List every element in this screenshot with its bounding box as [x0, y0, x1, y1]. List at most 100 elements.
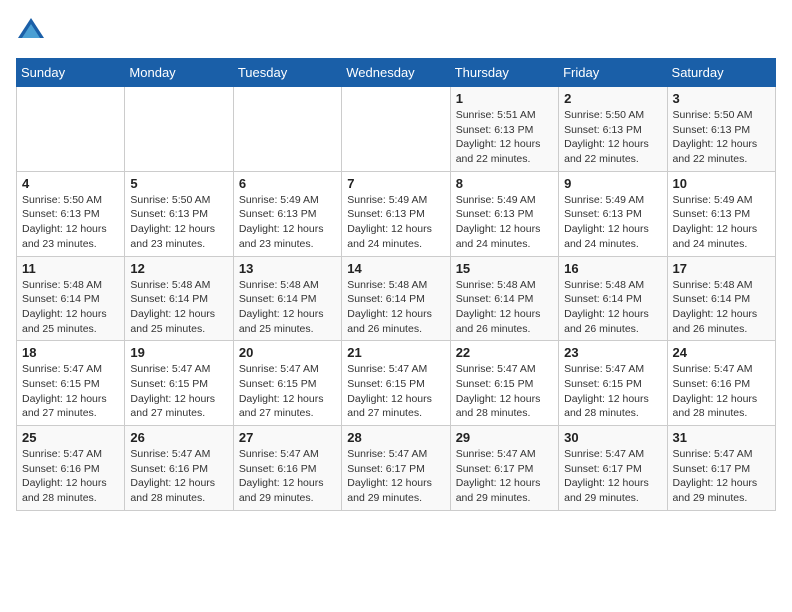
calendar-cell: 28Sunrise: 5:47 AM Sunset: 6:17 PM Dayli…	[342, 426, 450, 511]
day-info: Sunrise: 5:47 AM Sunset: 6:16 PM Dayligh…	[22, 447, 119, 506]
day-number: 1	[456, 91, 553, 106]
day-number: 21	[347, 345, 444, 360]
day-number: 30	[564, 430, 661, 445]
day-info: Sunrise: 5:50 AM Sunset: 6:13 PM Dayligh…	[564, 108, 661, 167]
calendar-header-friday: Friday	[559, 59, 667, 87]
day-number: 8	[456, 176, 553, 191]
day-number: 10	[673, 176, 770, 191]
day-info: Sunrise: 5:47 AM Sunset: 6:15 PM Dayligh…	[22, 362, 119, 421]
page-header	[16, 16, 776, 46]
calendar-cell: 20 Sunrise: 5:47 AM Sunset: 6:15 PM Dayli…	[233, 341, 341, 426]
day-number: 31	[673, 430, 770, 445]
calendar-table: SundayMondayTuesdayWednesdayThursdayFrid…	[16, 58, 776, 511]
day-number: 12	[130, 261, 227, 276]
calendar-cell: 18 Sunrise: 5:47 AM Sunset: 6:15 PM Dayli…	[17, 341, 125, 426]
day-info: Sunrise: 5:49 AM Sunset: 6:13 PM Dayligh…	[347, 193, 444, 252]
calendar-cell	[233, 87, 341, 172]
day-info: Sunrise: 5:47 AM Sunset: 6:16 PM Dayligh…	[673, 362, 770, 421]
day-info: Sunrise: 5:47 AM Sunset: 6:15 PM Dayligh…	[130, 362, 227, 421]
calendar-cell: 22 Sunrise: 5:47 AM Sunset: 6:15 PM Dayli…	[450, 341, 558, 426]
calendar-header-row: SundayMondayTuesdayWednesdayThursdayFrid…	[17, 59, 776, 87]
day-number: 17	[673, 261, 770, 276]
calendar-cell: 23 Sunrise: 5:47 AM Sunset: 6:15 PM Dayli…	[559, 341, 667, 426]
calendar-cell: 27 Sunrise: 5:47 AM Sunset: 6:16 PM Dayli…	[233, 426, 341, 511]
calendar-header-tuesday: Tuesday	[233, 59, 341, 87]
day-number: 24	[673, 345, 770, 360]
calendar-cell: 6 Sunrise: 5:49 AM Sunset: 6:13 PM Daylig…	[233, 171, 341, 256]
day-number: 29	[456, 430, 553, 445]
day-info: Sunrise: 5:48 AM Sunset: 6:14 PM Dayligh…	[347, 278, 444, 337]
calendar-cell: 11Sunrise: 5:48 AM Sunset: 6:14 PM Dayli…	[17, 256, 125, 341]
day-info: Sunrise: 5:48 AM Sunset: 6:14 PM Dayligh…	[564, 278, 661, 337]
calendar-cell: 21 Sunrise: 5:47 AM Sunset: 6:15 PM Dayli…	[342, 341, 450, 426]
day-number: 23	[564, 345, 661, 360]
calendar-week-3: 11Sunrise: 5:48 AM Sunset: 6:14 PM Dayli…	[17, 256, 776, 341]
calendar-cell: 14 Sunrise: 5:48 AM Sunset: 6:14 PM Dayli…	[342, 256, 450, 341]
calendar-cell: 4Sunrise: 5:50 AM Sunset: 6:13 PM Daylig…	[17, 171, 125, 256]
day-info: Sunrise: 5:47 AM Sunset: 6:15 PM Dayligh…	[564, 362, 661, 421]
calendar-header-sunday: Sunday	[17, 59, 125, 87]
calendar-cell: 7 Sunrise: 5:49 AM Sunset: 6:13 PM Daylig…	[342, 171, 450, 256]
calendar-week-2: 4Sunrise: 5:50 AM Sunset: 6:13 PM Daylig…	[17, 171, 776, 256]
calendar-cell	[17, 87, 125, 172]
calendar-cell: 9 Sunrise: 5:49 AM Sunset: 6:13 PM Daylig…	[559, 171, 667, 256]
calendar-week-1: 1 Sunrise: 5:51 AM Sunset: 6:13 PM Daylig…	[17, 87, 776, 172]
calendar-cell: 8 Sunrise: 5:49 AM Sunset: 6:13 PM Daylig…	[450, 171, 558, 256]
day-info: Sunrise: 5:47 AM Sunset: 6:17 PM Dayligh…	[347, 447, 444, 506]
day-info: Sunrise: 5:50 AM Sunset: 6:13 PM Dayligh…	[673, 108, 770, 167]
calendar-cell: 3 Sunrise: 5:50 AM Sunset: 6:13 PM Daylig…	[667, 87, 775, 172]
day-number: 2	[564, 91, 661, 106]
day-number: 9	[564, 176, 661, 191]
day-info: Sunrise: 5:48 AM Sunset: 6:14 PM Dayligh…	[673, 278, 770, 337]
day-info: Sunrise: 5:47 AM Sunset: 6:15 PM Dayligh…	[456, 362, 553, 421]
calendar-cell: 26 Sunrise: 5:47 AM Sunset: 6:16 PM Dayli…	[125, 426, 233, 511]
day-number: 22	[456, 345, 553, 360]
calendar-cell: 13Sunrise: 5:48 AM Sunset: 6:14 PM Dayli…	[233, 256, 341, 341]
day-number: 20	[239, 345, 336, 360]
day-info: Sunrise: 5:47 AM Sunset: 6:17 PM Dayligh…	[456, 447, 553, 506]
day-info: Sunrise: 5:47 AM Sunset: 6:17 PM Dayligh…	[673, 447, 770, 506]
day-number: 16	[564, 261, 661, 276]
calendar-cell: 5 Sunrise: 5:50 AM Sunset: 6:13 PM Daylig…	[125, 171, 233, 256]
day-info: Sunrise: 5:51 AM Sunset: 6:13 PM Dayligh…	[456, 108, 553, 167]
calendar-cell: 31 Sunrise: 5:47 AM Sunset: 6:17 PM Dayli…	[667, 426, 775, 511]
day-number: 19	[130, 345, 227, 360]
day-info: Sunrise: 5:50 AM Sunset: 6:13 PM Dayligh…	[22, 193, 119, 252]
day-number: 6	[239, 176, 336, 191]
calendar-header-saturday: Saturday	[667, 59, 775, 87]
day-info: Sunrise: 5:49 AM Sunset: 6:13 PM Dayligh…	[564, 193, 661, 252]
calendar-cell: 16 Sunrise: 5:48 AM Sunset: 6:14 PM Dayli…	[559, 256, 667, 341]
day-number: 3	[673, 91, 770, 106]
day-number: 7	[347, 176, 444, 191]
day-info: Sunrise: 5:48 AM Sunset: 6:14 PM Dayligh…	[130, 278, 227, 337]
day-number: 15	[456, 261, 553, 276]
calendar-cell	[342, 87, 450, 172]
day-info: Sunrise: 5:48 AM Sunset: 6:14 PM Dayligh…	[22, 278, 119, 337]
calendar-week-4: 18 Sunrise: 5:47 AM Sunset: 6:15 PM Dayli…	[17, 341, 776, 426]
calendar-cell: 24 Sunrise: 5:47 AM Sunset: 6:16 PM Dayli…	[667, 341, 775, 426]
day-info: Sunrise: 5:49 AM Sunset: 6:13 PM Dayligh…	[673, 193, 770, 252]
calendar-header-thursday: Thursday	[450, 59, 558, 87]
calendar-week-5: 25Sunrise: 5:47 AM Sunset: 6:16 PM Dayli…	[17, 426, 776, 511]
day-number: 13	[239, 261, 336, 276]
day-info: Sunrise: 5:49 AM Sunset: 6:13 PM Dayligh…	[239, 193, 336, 252]
calendar-cell: 25Sunrise: 5:47 AM Sunset: 6:16 PM Dayli…	[17, 426, 125, 511]
day-info: Sunrise: 5:47 AM Sunset: 6:17 PM Dayligh…	[564, 447, 661, 506]
day-number: 26	[130, 430, 227, 445]
day-info: Sunrise: 5:47 AM Sunset: 6:16 PM Dayligh…	[239, 447, 336, 506]
day-info: Sunrise: 5:47 AM Sunset: 6:16 PM Dayligh…	[130, 447, 227, 506]
calendar-cell: 15Sunrise: 5:48 AM Sunset: 6:14 PM Dayli…	[450, 256, 558, 341]
day-number: 27	[239, 430, 336, 445]
day-info: Sunrise: 5:47 AM Sunset: 6:15 PM Dayligh…	[239, 362, 336, 421]
day-info: Sunrise: 5:49 AM Sunset: 6:13 PM Dayligh…	[456, 193, 553, 252]
logo	[16, 16, 50, 46]
calendar-cell: 19 Sunrise: 5:47 AM Sunset: 6:15 PM Dayli…	[125, 341, 233, 426]
calendar-header-monday: Monday	[125, 59, 233, 87]
day-info: Sunrise: 5:50 AM Sunset: 6:13 PM Dayligh…	[130, 193, 227, 252]
day-number: 14	[347, 261, 444, 276]
day-number: 18	[22, 345, 119, 360]
day-info: Sunrise: 5:47 AM Sunset: 6:15 PM Dayligh…	[347, 362, 444, 421]
calendar-cell: 12 Sunrise: 5:48 AM Sunset: 6:14 PM Dayli…	[125, 256, 233, 341]
day-number: 5	[130, 176, 227, 191]
calendar-cell: 29 Sunrise: 5:47 AM Sunset: 6:17 PM Dayli…	[450, 426, 558, 511]
